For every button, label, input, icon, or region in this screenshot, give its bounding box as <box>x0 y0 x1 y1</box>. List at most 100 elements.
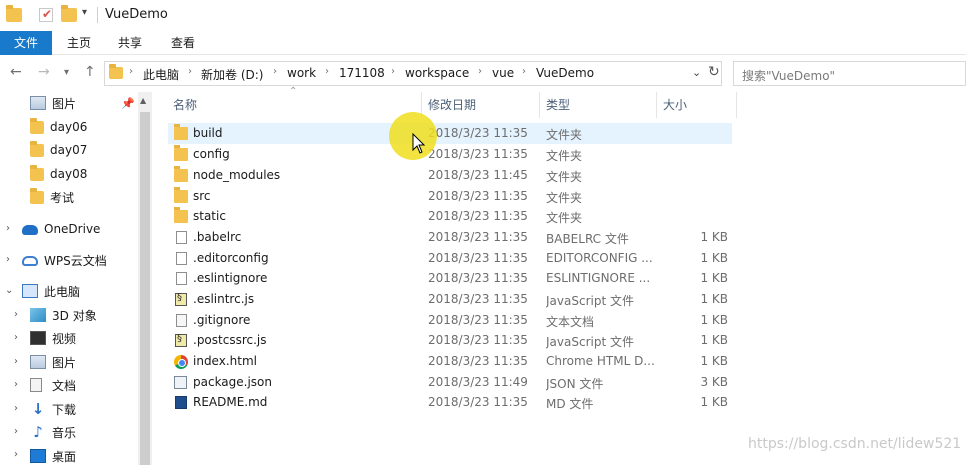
column-header-type[interactable]: 类型 <box>546 96 570 113</box>
file-type: MD 文件 <box>546 397 594 411</box>
tab-file[interactable]: 文件 <box>0 31 52 55</box>
onedrive-icon <box>22 225 38 235</box>
sidebar-item-day08[interactable]: day08 <box>30 164 87 184</box>
breadcrumb-171108[interactable]: 171108 <box>339 66 385 80</box>
sidebar-item-3d-objects[interactable]: 3D 对象 <box>30 305 97 325</box>
chevron-right-icon[interactable]: › <box>391 66 395 77</box>
sidebar-item-label: 下载 <box>52 402 77 417</box>
recent-locations-chevron-icon[interactable]: ▾ <box>64 67 69 78</box>
chevron-right-icon[interactable]: › <box>14 403 18 414</box>
sidebar-item-documents[interactable]: 文档 <box>30 375 76 395</box>
chevron-right-icon[interactable]: › <box>522 66 526 77</box>
file-type: EDITORCONFIG ... <box>546 251 653 265</box>
table-row[interactable]: .eslintrc.js 2018/3/23 11:35 JavaScript … <box>168 289 732 310</box>
chevron-right-icon[interactable]: › <box>6 223 10 234</box>
column-header-date[interactable]: 修改日期 <box>428 96 476 113</box>
file-name: .eslintrc.js <box>193 292 255 306</box>
chevron-right-icon[interactable]: › <box>129 66 133 77</box>
sidebar-item-label: 3D 对象 <box>52 308 97 323</box>
breadcrumb-work[interactable]: work <box>287 66 316 80</box>
file-type: JavaScript 文件 <box>546 294 634 308</box>
table-row[interactable]: src 2018/3/23 11:35 文件夹 <box>168 186 732 207</box>
chevron-right-icon[interactable]: › <box>14 449 18 460</box>
tab-home[interactable]: 主页 <box>58 31 100 55</box>
sidebar-item-pictures-pinned[interactable]: 图片 <box>30 93 76 113</box>
chevron-right-icon[interactable]: › <box>478 66 482 77</box>
sidebar-item-videos[interactable]: 视频 <box>30 328 76 348</box>
chevron-down-icon[interactable]: ⌄ <box>5 285 13 296</box>
table-row[interactable]: build 2018/3/23 11:35 文件夹 <box>168 123 732 144</box>
column-divider[interactable] <box>736 92 737 118</box>
js-file-icon <box>175 333 187 347</box>
sidebar-item-downloads[interactable]: ↓ 下载 <box>30 399 76 419</box>
chevron-right-icon[interactable]: › <box>14 379 18 390</box>
new-folder-icon[interactable] <box>61 5 77 22</box>
table-row[interactable]: index.html 2018/3/23 11:35 Chrome HTML D… <box>168 351 732 372</box>
table-row[interactable]: config 2018/3/23 11:35 文件夹 <box>168 144 732 165</box>
sidebar-item-day07[interactable]: day07 <box>30 140 87 160</box>
table-row[interactable]: static 2018/3/23 11:35 文件夹 <box>168 206 732 227</box>
breadcrumb-workspace[interactable]: workspace <box>405 66 469 80</box>
folder-icon <box>30 164 44 181</box>
address-history-dropdown-icon[interactable]: ⌄ <box>692 66 701 79</box>
breadcrumb-vuedemo[interactable]: VueDemo <box>536 66 594 80</box>
forward-arrow-icon[interactable]: → <box>38 64 50 80</box>
table-row[interactable]: .gitignore 2018/3/23 11:35 文本文档 1 KB <box>168 310 732 331</box>
table-row[interactable]: .postcssrc.js 2018/3/23 11:35 JavaScript… <box>168 330 732 351</box>
chevron-right-icon[interactable]: › <box>188 66 192 77</box>
breadcrumb-this-pc[interactable]: 此电脑 <box>143 66 179 83</box>
chevron-right-icon[interactable]: › <box>14 426 18 437</box>
up-arrow-icon[interactable]: ↑ <box>84 64 96 80</box>
properties-check-icon[interactable] <box>39 7 53 22</box>
sidebar-scroll-thumb[interactable] <box>140 112 150 465</box>
sidebar-item-day06[interactable]: day06 <box>30 117 87 137</box>
column-divider[interactable] <box>656 92 657 118</box>
tab-share[interactable]: 共享 <box>109 31 151 55</box>
search-input[interactable]: 搜索"VueDemo" <box>742 67 835 84</box>
scroll-up-arrow-icon[interactable]: ▲ <box>140 96 146 105</box>
address-bar[interactable]: › 此电脑 › 新加卷 (D:) › work › 171108 › works… <box>104 61 722 86</box>
folder-icon <box>174 187 188 203</box>
column-header-name[interactable]: 名称 <box>173 96 197 113</box>
search-box[interactable]: 搜索"VueDemo" <box>733 61 966 86</box>
file-name: static <box>193 209 226 223</box>
pictures-icon <box>30 96 46 110</box>
download-icon: ↓ <box>31 400 45 418</box>
column-divider[interactable] <box>539 92 540 118</box>
sidebar-item-onedrive[interactable]: OneDrive <box>22 219 100 239</box>
chevron-right-icon[interactable]: › <box>273 66 277 77</box>
sidebar-item-exam[interactable]: 考试 <box>30 187 74 207</box>
sidebar-item-wps-cloud[interactable]: WPS云文档 <box>22 250 107 270</box>
chevron-right-icon[interactable]: › <box>14 356 18 367</box>
chevron-right-icon[interactable]: › <box>6 254 10 265</box>
file-name: .editorconfig <box>193 251 269 265</box>
watermark-text: https://blog.csdn.net/lidew521 <box>748 436 962 452</box>
file-type: 文件夹 <box>546 191 583 205</box>
table-row[interactable]: .babelrc 2018/3/23 11:35 BABELRC 文件 1 KB <box>168 227 732 248</box>
tab-view[interactable]: 查看 <box>162 31 204 55</box>
table-row[interactable]: node_modules 2018/3/23 11:45 文件夹 <box>168 165 732 186</box>
pictures-icon <box>30 355 46 369</box>
breadcrumb-drive-d[interactable]: 新加卷 (D:) <box>201 66 263 83</box>
sidebar-item-pictures[interactable]: 图片 <box>30 352 76 372</box>
back-arrow-icon[interactable]: ← <box>10 64 22 80</box>
pin-icon[interactable]: 📌 <box>121 97 135 110</box>
sidebar-item-desktop[interactable]: 桌面 <box>30 446 76 465</box>
chevron-right-icon[interactable]: › <box>325 66 329 77</box>
chevron-right-icon[interactable]: › <box>14 332 18 343</box>
breadcrumb-vue[interactable]: vue <box>492 66 514 80</box>
wps-cloud-icon <box>22 256 38 266</box>
table-row[interactable]: README.md 2018/3/23 11:35 MD 文件 1 KB <box>168 392 732 413</box>
chevron-right-icon[interactable]: › <box>14 309 18 320</box>
sidebar-item-this-pc[interactable]: 此电脑 <box>22 281 80 301</box>
table-row[interactable]: .editorconfig 2018/3/23 11:35 EDITORCONF… <box>168 248 732 269</box>
quick-access-dropdown-icon[interactable]: ▾ <box>82 7 87 18</box>
sidebar-item-music[interactable]: ♪ 音乐 <box>30 422 76 442</box>
file-type: BABELRC 文件 <box>546 232 629 246</box>
column-header-size[interactable]: 大小 <box>663 96 687 113</box>
sidebar-item-label: WPS云文档 <box>44 253 107 268</box>
table-row[interactable]: .eslintignore 2018/3/23 11:35 ESLINTIGNO… <box>168 268 732 289</box>
refresh-icon[interactable]: ↻ <box>708 64 720 80</box>
table-row[interactable]: package.json 2018/3/23 11:49 JSON 文件 3 K… <box>168 372 732 393</box>
sidebar-item-label: 音乐 <box>52 425 77 440</box>
